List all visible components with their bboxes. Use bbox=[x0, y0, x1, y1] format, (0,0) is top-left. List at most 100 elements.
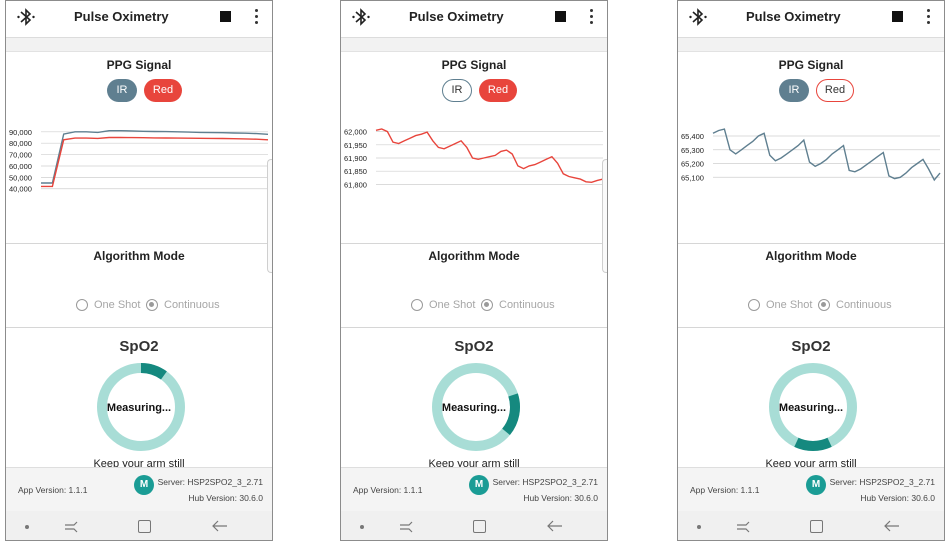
nav-dot-icon[interactable] bbox=[360, 525, 364, 529]
spo2-title: SpO2 bbox=[791, 338, 831, 355]
ppg-series-line-0 bbox=[712, 128, 941, 182]
ring-progress-arc bbox=[794, 437, 832, 451]
system-nav-bar bbox=[678, 511, 944, 540]
back-icon[interactable] bbox=[212, 519, 228, 533]
stop-icon[interactable] bbox=[555, 11, 566, 22]
recent-apps-icon[interactable] bbox=[64, 521, 78, 533]
ir-toggle-button[interactable]: IR bbox=[779, 79, 809, 102]
algorithm-mode-group: One Shot Continuous bbox=[6, 299, 272, 315]
y-tick-label: 65,300 bbox=[681, 146, 704, 155]
ir-toggle-button[interactable]: IR bbox=[107, 79, 137, 102]
ppg-chart: 65,400 65,300 65,200 65,100 bbox=[681, 128, 941, 182]
y-tick-label: 61,950 bbox=[344, 141, 367, 150]
y-tick-label: 50,000 bbox=[9, 173, 32, 182]
stop-icon[interactable] bbox=[892, 11, 903, 22]
bluetooth-icon[interactable] bbox=[16, 6, 36, 28]
app-version: App Version: 1.1.1 bbox=[353, 485, 423, 495]
one-shot-radio[interactable] bbox=[411, 299, 423, 311]
continuous-radio[interactable] bbox=[818, 299, 830, 311]
one-shot-label[interactable]: One Shot bbox=[94, 299, 140, 311]
more-vert-icon[interactable] bbox=[590, 9, 594, 25]
ppg-series-line-1 bbox=[41, 136, 269, 188]
continuous-label[interactable]: Continuous bbox=[836, 299, 892, 311]
section-divider bbox=[6, 327, 272, 328]
phone-screen-3: Pulse Oximetry PPG Signal IR Red 65,400 6… bbox=[677, 0, 945, 541]
app-title: Pulse Oximetry bbox=[746, 9, 841, 24]
one-shot-radio[interactable] bbox=[76, 299, 88, 311]
hub-version: Hub Version: 30.6.0 bbox=[188, 493, 263, 503]
y-tick-label: 61,800 bbox=[344, 180, 367, 189]
server-version: Server: HSP2SPO2_3_2.71 bbox=[157, 477, 263, 487]
red-toggle-button[interactable]: Red bbox=[479, 79, 517, 102]
more-vert-icon[interactable] bbox=[255, 9, 259, 25]
section-divider bbox=[341, 327, 607, 328]
hub-version: Hub Version: 30.6.0 bbox=[523, 493, 598, 503]
more-vert-icon[interactable] bbox=[927, 9, 931, 25]
app-bar: Pulse Oximetry bbox=[341, 1, 607, 38]
continuous-radio[interactable] bbox=[481, 299, 493, 311]
y-tick-label: 65,200 bbox=[681, 160, 704, 169]
algorithm-mode-group: One Shot Continuous bbox=[341, 299, 607, 315]
server-version: Server: HSP2SPO2_3_2.71 bbox=[492, 477, 598, 487]
header-strip bbox=[678, 38, 944, 52]
home-icon[interactable] bbox=[138, 520, 151, 533]
app-title: Pulse Oximetry bbox=[74, 9, 169, 24]
algorithm-title: Algorithm Mode bbox=[428, 249, 520, 263]
server-version: Server: HSP2SPO2_3_2.71 bbox=[829, 477, 935, 487]
back-icon[interactable] bbox=[884, 519, 900, 533]
ring-progress-arc bbox=[140, 363, 167, 380]
spo2-title: SpO2 bbox=[119, 338, 159, 355]
measuring-status: Measuring... bbox=[441, 402, 507, 414]
app-bar: Pulse Oximetry bbox=[6, 1, 272, 38]
back-icon[interactable] bbox=[547, 519, 563, 533]
home-icon[interactable] bbox=[810, 520, 823, 533]
section-divider bbox=[6, 243, 272, 244]
ppg-title: PPG Signal bbox=[106, 58, 172, 72]
continuous-radio[interactable] bbox=[146, 299, 158, 311]
footer: App Version: 1.1.1 M Server: HSP2SPO2_3_… bbox=[678, 467, 944, 512]
maxim-logo-icon: M bbox=[134, 475, 154, 495]
bluetooth-icon[interactable] bbox=[688, 6, 708, 28]
y-tick-label: 80,000 bbox=[9, 139, 32, 148]
ppg-title: PPG Signal bbox=[778, 58, 844, 72]
ppg-series-line-0 bbox=[375, 128, 604, 184]
continuous-label[interactable]: Continuous bbox=[499, 299, 555, 311]
y-tick-label: 62,000 bbox=[344, 128, 367, 137]
y-tick-label: 40,000 bbox=[9, 185, 32, 194]
app-bar: Pulse Oximetry bbox=[678, 1, 944, 38]
system-nav-bar bbox=[6, 511, 272, 540]
one-shot-label[interactable]: One Shot bbox=[766, 299, 812, 311]
y-tick-label: 70,000 bbox=[9, 151, 32, 160]
footer: App Version: 1.1.1 M Server: HSP2SPO2_3_… bbox=[6, 467, 272, 512]
header-strip bbox=[6, 38, 272, 52]
y-tick-label: 65,100 bbox=[681, 173, 704, 182]
continuous-label[interactable]: Continuous bbox=[164, 299, 220, 311]
ir-toggle-button[interactable]: IR bbox=[442, 79, 472, 102]
ppg-title: PPG Signal bbox=[441, 58, 507, 72]
one-shot-label[interactable]: One Shot bbox=[429, 299, 475, 311]
home-icon[interactable] bbox=[473, 520, 486, 533]
bluetooth-icon[interactable] bbox=[351, 6, 371, 28]
app-version: App Version: 1.1.1 bbox=[18, 485, 88, 495]
algorithm-title: Algorithm Mode bbox=[93, 249, 185, 263]
ppg-chart: 90,000 80,000 70,000 60,000 50,000 40,000 bbox=[9, 128, 269, 194]
side-scroll-handle[interactable] bbox=[602, 159, 607, 273]
maxim-logo-icon: M bbox=[469, 475, 489, 495]
y-tick-label: 61,850 bbox=[344, 167, 367, 176]
nav-dot-icon[interactable] bbox=[697, 525, 701, 529]
footer: App Version: 1.1.1 M Server: HSP2SPO2_3_… bbox=[341, 467, 607, 512]
side-scroll-handle[interactable] bbox=[267, 159, 272, 273]
section-divider bbox=[678, 327, 944, 328]
section-divider bbox=[678, 243, 944, 244]
red-toggle-button[interactable]: Red bbox=[144, 79, 182, 102]
y-tick-label: 90,000 bbox=[9, 128, 32, 137]
maxim-logo-icon: M bbox=[806, 475, 826, 495]
system-nav-bar bbox=[341, 511, 607, 540]
red-toggle-button[interactable]: Red bbox=[816, 79, 854, 102]
recent-apps-icon[interactable] bbox=[736, 521, 750, 533]
recent-apps-icon[interactable] bbox=[399, 521, 413, 533]
stop-icon[interactable] bbox=[220, 11, 231, 22]
one-shot-radio[interactable] bbox=[748, 299, 760, 311]
nav-dot-icon[interactable] bbox=[25, 525, 29, 529]
header-strip bbox=[341, 38, 607, 52]
